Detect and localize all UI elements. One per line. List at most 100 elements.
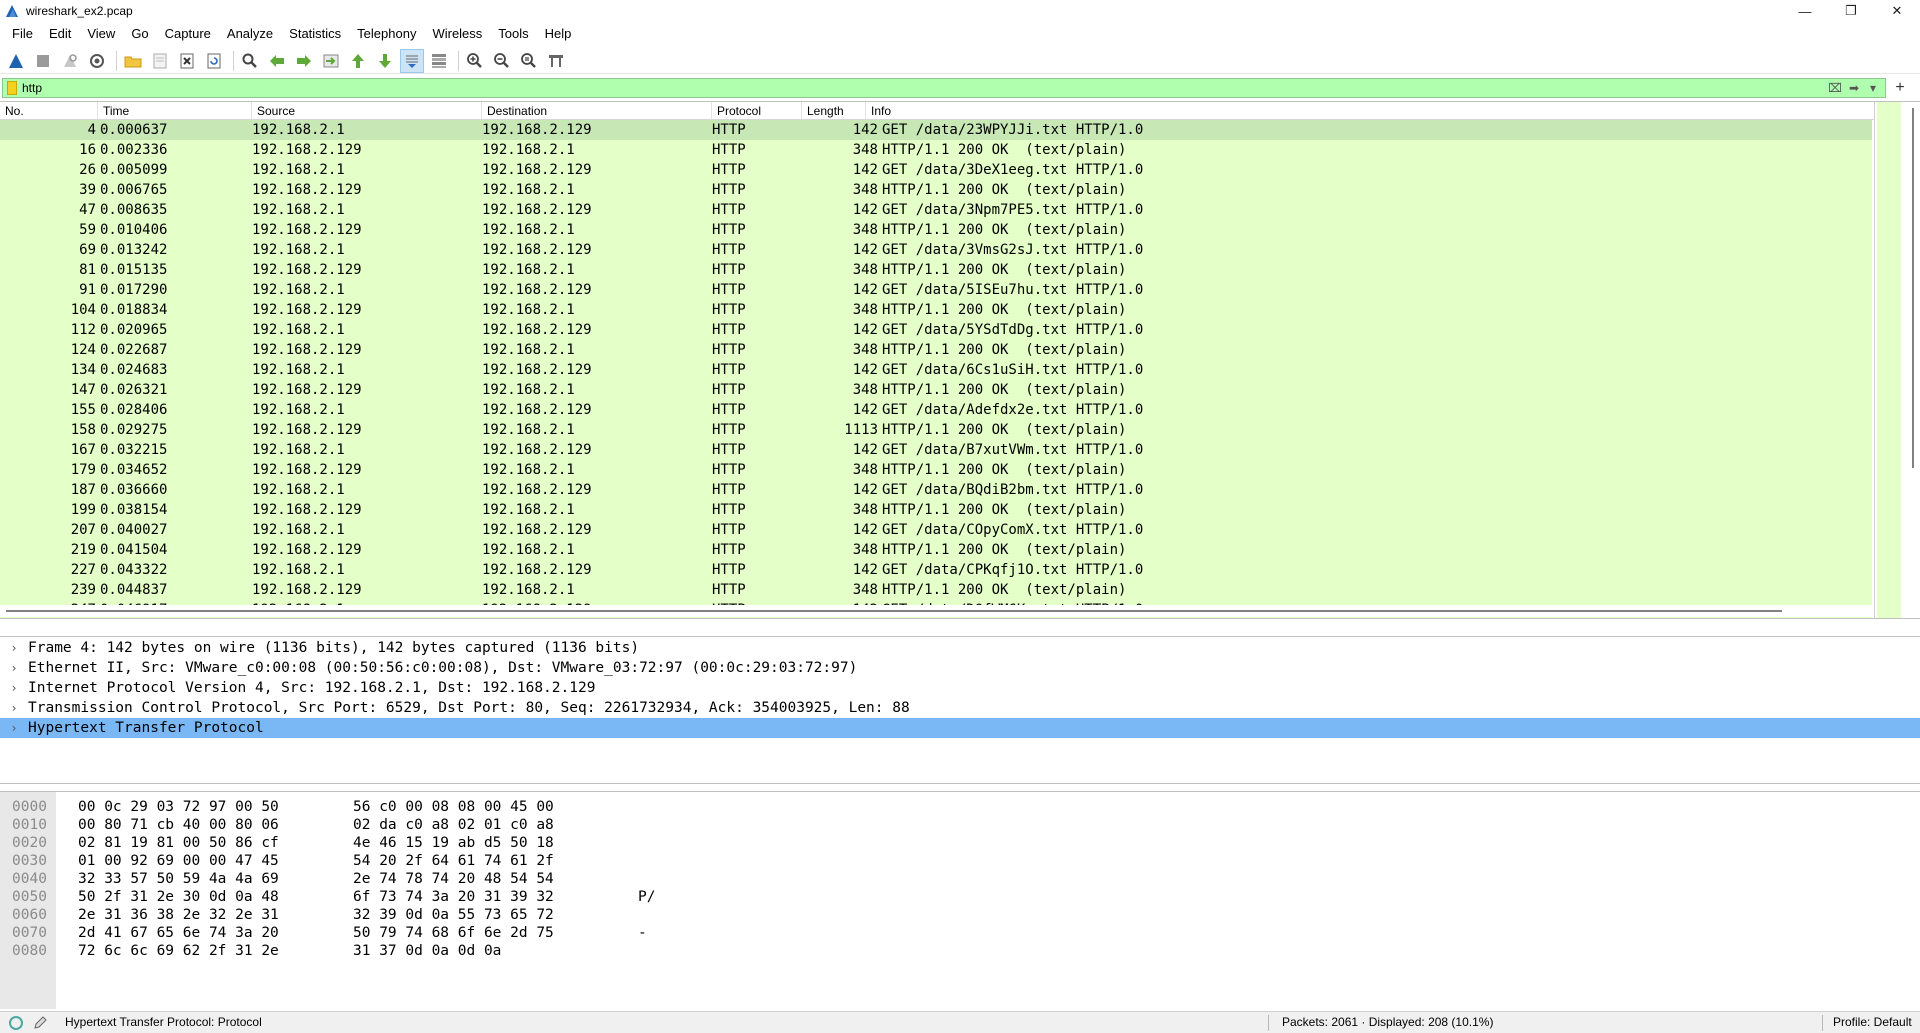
packet-row[interactable]: 179 0.034652 192.168.2.129 192.168.2.1 HTTP 3… [0, 460, 1872, 480]
find-packet-icon[interactable] [238, 49, 262, 73]
detail-tree-item[interactable]: › Hypertext Transfer Protocol [0, 718, 1920, 738]
hex-bytes[interactable]: 32 33 57 50 59 4a 4a 69 [78, 870, 279, 888]
packet-row[interactable]: 147 0.026321 192.168.2.129 192.168.2.1 HTTP 3… [0, 380, 1872, 400]
clear-filter-icon[interactable]: ⌧ [1827, 80, 1843, 96]
save-file-icon[interactable] [148, 49, 172, 73]
menu-file[interactable]: File [4, 24, 41, 44]
edit-comment-icon[interactable] [32, 1015, 48, 1031]
stop-square-icon[interactable] [31, 49, 55, 73]
packet-row[interactable]: 39 0.006765 192.168.2.129 192.168.2.1 HTTP 34… [0, 180, 1872, 200]
menu-help[interactable]: Help [537, 24, 580, 44]
expand-arrow-icon[interactable]: › [0, 701, 28, 715]
menu-capture[interactable]: Capture [157, 24, 219, 44]
scrollbar-thumb[interactable] [6, 610, 1782, 612]
hex-bytes[interactable]: 31 37 0d 0a 0d 0a [353, 942, 501, 960]
reload-icon[interactable] [202, 49, 226, 73]
packet-details-pane[interactable]: › Frame 4: 142 bytes on wire (1136 bits),… [0, 636, 1920, 784]
packet-row[interactable]: 155 0.028406 192.168.2.1 192.168.2.129 HTTP 1… [0, 400, 1872, 420]
packet-row[interactable]: 219 0.041504 192.168.2.129 192.168.2.1 HTTP 3… [0, 540, 1872, 560]
hex-bytes[interactable]: 32 39 0d 0a 55 73 65 72 [353, 906, 554, 924]
packet-minimap[interactable] [1877, 102, 1901, 618]
status-profile[interactable]: Profile: Default [1833, 1015, 1912, 1029]
first-packet-icon[interactable] [346, 49, 370, 73]
hex-bytes[interactable]: 2e 74 78 74 20 48 54 54 [353, 870, 554, 888]
menu-view[interactable]: View [79, 24, 123, 44]
resize-columns-icon[interactable] [544, 49, 568, 73]
apply-filter-icon[interactable]: ➡ [1846, 80, 1862, 96]
open-folder-icon[interactable] [121, 49, 145, 73]
hex-bytes[interactable]: 02 81 19 81 00 50 86 cf [78, 834, 279, 852]
packet-row[interactable]: 16 0.002336 192.168.2.129 192.168.2.1 HTTP 34… [0, 140, 1872, 160]
menu-wireless[interactable]: Wireless [424, 24, 490, 44]
packet-row[interactable]: 158 0.029275 192.168.2.129 192.168.2.1 HTTP 1… [0, 420, 1872, 440]
packet-row[interactable]: 47 0.008635 192.168.2.1 192.168.2.129 HTTP 14… [0, 200, 1872, 220]
restart-capture-icon[interactable] [58, 49, 82, 73]
packet-bytes-pane[interactable]: 0000 00 0c 29 03 72 97 00 50 56 c0 00 08 0… [0, 791, 1920, 1009]
packet-row[interactable]: 69 0.013242 192.168.2.1 192.168.2.129 HTTP 14… [0, 240, 1872, 260]
hex-bytes[interactable]: 72 6c 6c 69 62 2f 31 2e [78, 942, 279, 960]
menu-telephony[interactable]: Telephony [349, 24, 424, 44]
column-header-no[interactable]: No. [0, 102, 98, 119]
packet-row[interactable]: 26 0.005099 192.168.2.1 192.168.2.129 HTTP 14… [0, 160, 1872, 180]
packet-list-pane[interactable]: No. Time Source Destination Protocol Len… [0, 101, 1920, 619]
filter-text[interactable]: http [22, 81, 42, 95]
zoom-in-icon[interactable] [463, 49, 487, 73]
expand-arrow-icon[interactable]: › [0, 641, 28, 655]
hex-bytes[interactable]: 01 00 92 69 00 00 47 45 [78, 852, 279, 870]
hex-bytes[interactable]: 54 20 2f 64 61 74 61 2f [353, 852, 554, 870]
detail-tree-item[interactable]: › Internet Protocol Version 4, Src: 192.1… [0, 678, 1920, 698]
packet-row[interactable]: 91 0.017290 192.168.2.1 192.168.2.129 HTTP 14… [0, 280, 1872, 300]
column-header-time[interactable]: Time [98, 102, 252, 119]
hex-bytes[interactable]: 4e 46 15 19 ab d5 50 18 [353, 834, 554, 852]
scrollbar-thumb[interactable] [1912, 108, 1914, 468]
expand-arrow-icon[interactable]: › [0, 661, 28, 675]
packet-list-horizontal-scrollbar[interactable] [0, 605, 1872, 617]
detail-tree-item[interactable]: › Transmission Control Protocol, Src Port… [0, 698, 1920, 718]
ascii-bytes[interactable]: - [638, 924, 647, 942]
ascii-bytes[interactable]: P/ [638, 888, 655, 906]
hex-bytes[interactable]: 2e 31 36 38 2e 32 2e 31 [78, 906, 279, 924]
column-header-source[interactable]: Source [252, 102, 482, 119]
display-filter-input[interactable]: http ⌧ ➡ ▾ [2, 78, 1886, 98]
packet-row[interactable]: 227 0.043322 192.168.2.1 192.168.2.129 HTTP 1… [0, 560, 1872, 580]
menu-analyze[interactable]: Analyze [219, 24, 281, 44]
minimize-icon[interactable]: — [1782, 0, 1828, 22]
packet-row[interactable]: 112 0.020965 192.168.2.1 192.168.2.129 HTTP 1… [0, 320, 1872, 340]
packet-row[interactable]: 239 0.044837 192.168.2.129 192.168.2.1 HTTP 3… [0, 580, 1872, 600]
hex-bytes[interactable]: 6f 73 74 3a 20 31 39 32 [353, 888, 554, 906]
packet-row[interactable]: 207 0.040027 192.168.2.1 192.168.2.129 HTTP 1… [0, 520, 1872, 540]
column-header-info[interactable]: Info [866, 102, 1908, 119]
packet-row[interactable]: 134 0.024683 192.168.2.1 192.168.2.129 HTTP 1… [0, 360, 1872, 380]
packet-row[interactable]: 59 0.010406 192.168.2.129 192.168.2.1 HTTP 34… [0, 220, 1872, 240]
column-header-length[interactable]: Length [802, 102, 866, 119]
expand-arrow-icon[interactable]: › [0, 681, 28, 695]
filter-bookmark-icon[interactable] [7, 81, 17, 95]
shark-fin-start-icon[interactable] [4, 49, 28, 73]
normal-size-icon[interactable] [517, 49, 541, 73]
colorize-icon[interactable] [427, 49, 451, 73]
hex-bytes[interactable]: 00 80 71 cb 40 00 80 06 [78, 816, 279, 834]
capture-options-icon[interactable] [85, 49, 109, 73]
packet-row[interactable]: 167 0.032215 192.168.2.1 192.168.2.129 HTTP 1… [0, 440, 1872, 460]
go-to-packet-icon[interactable] [319, 49, 343, 73]
go-back-icon[interactable] [265, 49, 289, 73]
close-file-icon[interactable] [175, 49, 199, 73]
hex-bytes[interactable]: 56 c0 00 08 08 00 45 00 [353, 798, 554, 816]
menu-tools[interactable]: Tools [490, 24, 536, 44]
filter-history-dropdown-icon[interactable]: ▾ [1865, 80, 1881, 96]
menu-statistics[interactable]: Statistics [281, 24, 349, 44]
packet-row[interactable]: 4 0.000637 192.168.2.1 192.168.2.129 HTTP 142… [0, 120, 1872, 140]
packet-row[interactable]: 104 0.018834 192.168.2.129 192.168.2.1 HTTP 3… [0, 300, 1872, 320]
zoom-out-icon[interactable] [490, 49, 514, 73]
close-icon[interactable]: ✕ [1874, 0, 1920, 22]
column-header-destination[interactable]: Destination [482, 102, 712, 119]
restore-icon[interactable]: ❐ [1828, 0, 1874, 22]
go-forward-icon[interactable] [292, 49, 316, 73]
packet-row[interactable]: 187 0.036660 192.168.2.1 192.168.2.129 HTTP 1… [0, 480, 1872, 500]
menu-edit[interactable]: Edit [41, 24, 79, 44]
detail-tree-item[interactable]: › Ethernet II, Src: VMware_c0:00:08 (00:5… [0, 658, 1920, 678]
last-packet-icon[interactable] [373, 49, 397, 73]
add-filter-button-icon[interactable]: + [1890, 78, 1910, 98]
packet-row[interactable]: 124 0.022687 192.168.2.129 192.168.2.1 HTTP 3… [0, 340, 1872, 360]
hex-bytes[interactable]: 02 da c0 a8 02 01 c0 a8 [353, 816, 554, 834]
